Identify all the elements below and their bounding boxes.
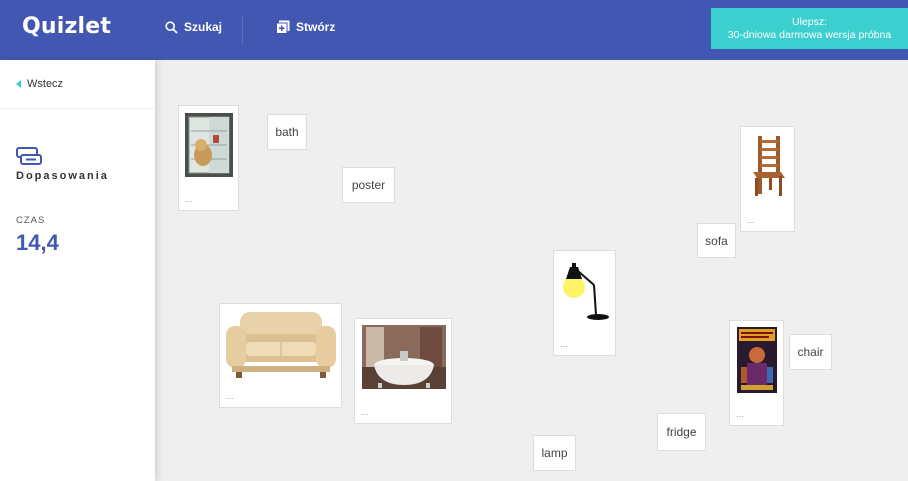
create-label: Stwórz [296, 20, 336, 34]
image-card-sofa[interactable]: ... [219, 303, 342, 408]
quizlet-logo[interactable]: Quizlet [22, 14, 111, 39]
word-card-sofa[interactable]: sofa [697, 223, 736, 258]
word-card-fridge[interactable]: fridge [657, 413, 706, 451]
bath-image [362, 325, 446, 389]
create-button[interactable]: Stwórz [276, 20, 335, 34]
sofa-image [226, 308, 336, 382]
upgrade-title: Ulepsz: [791, 15, 827, 28]
time-value: 14,4 [16, 230, 59, 255]
sidebar-divider [0, 108, 155, 109]
back-button[interactable]: Wstecz [16, 78, 63, 90]
card-dots: ... [226, 391, 234, 401]
nav-divider [242, 16, 243, 44]
upgrade-button[interactable]: Ulepsz: 30-dniowa darmowa wersja próbna [711, 8, 908, 49]
image-card-bath[interactable]: ... [354, 318, 452, 424]
card-dots: ... [747, 215, 755, 225]
poster-image [737, 327, 777, 393]
word-card-lamp[interactable]: lamp [533, 435, 576, 471]
card-dots: ... [736, 409, 744, 419]
lamp-image [560, 259, 612, 323]
back-arrow-icon [16, 80, 21, 88]
sidebar: Wstecz Dopasowania CZAS 14,4 [0, 60, 155, 481]
image-card-lamp[interactable]: ... [553, 250, 616, 356]
word-card-chair[interactable]: chair [789, 334, 832, 370]
image-card-chair[interactable]: ... [740, 126, 795, 232]
chair-image [749, 134, 787, 198]
image-card-fridge[interactable]: ... [178, 105, 239, 211]
card-dots: ... [560, 339, 568, 349]
top-header: Quizlet Szukaj Stwórz Ulepsz: 30-dniowa … [0, 0, 908, 60]
search-button[interactable]: Szukaj [165, 20, 222, 34]
card-dots: ... [185, 194, 193, 204]
search-icon [165, 20, 178, 34]
image-card-poster[interactable]: ... [729, 320, 784, 426]
match-mode-icon [16, 147, 42, 165]
upgrade-subtitle: 30-dniowa darmowa wersja próbna [727, 28, 892, 41]
plus-box-icon [276, 20, 290, 34]
fridge-image [185, 113, 233, 177]
mode-label: Dopasowania [16, 170, 109, 182]
word-card-poster[interactable]: poster [342, 167, 395, 203]
search-label: Szukaj [184, 20, 223, 34]
word-card-bath[interactable]: bath [267, 114, 307, 150]
back-label: Wstecz [27, 78, 64, 90]
time-label: CZAS [16, 215, 46, 226]
card-dots: ... [361, 407, 369, 417]
